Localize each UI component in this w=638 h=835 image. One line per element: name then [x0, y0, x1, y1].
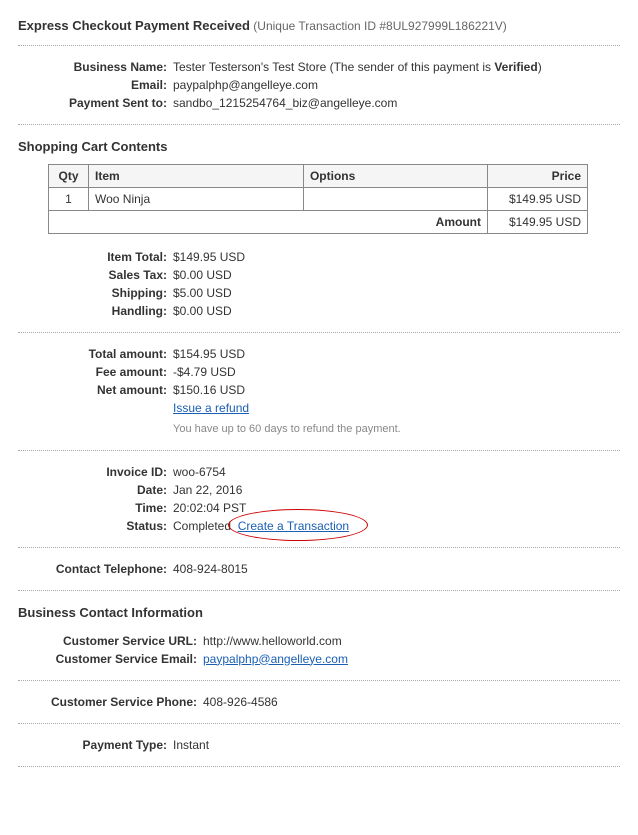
table-row: 1 Woo Ninja $149.95 USD	[49, 188, 588, 211]
time-value: 20:02:04 PST	[173, 499, 246, 517]
sales-tax-label: Sales Tax:	[18, 266, 173, 284]
item-total-value: $149.95 USD	[173, 248, 245, 266]
sales-tax-value: $0.00 USD	[173, 266, 232, 284]
refund-note: You have up to 60 days to refund the pay…	[173, 421, 401, 438]
cs-phone-block: Customer Service Phone: 408-926-4586	[18, 693, 620, 711]
amounts-block: Total amount:$154.95 USD Fee amount:-$4.…	[18, 345, 620, 438]
divider	[18, 124, 620, 125]
col-options: Options	[303, 165, 487, 188]
handling-label: Handling:	[18, 302, 173, 320]
item-total-label: Item Total:	[18, 248, 173, 266]
cell-price: $149.95 USD	[488, 188, 588, 211]
net-amount-label: Net amount:	[18, 381, 173, 399]
cart-title: Shopping Cart Contents	[18, 139, 620, 154]
total-amount-value: $154.95 USD	[173, 345, 245, 363]
payment-sent-label: Payment Sent to:	[18, 94, 173, 112]
status-label: Status:	[18, 517, 173, 535]
payment-type-value: Instant	[173, 736, 209, 754]
payment-type-label: Payment Type:	[18, 736, 173, 754]
total-amount-label: Total amount:	[18, 345, 173, 363]
date-label: Date:	[18, 481, 173, 499]
business-email-label: Email:	[18, 76, 173, 94]
biz-contact-title: Business Contact Information	[18, 605, 620, 620]
meta-block: Invoice ID:woo-6754 Date:Jan 22, 2016 Ti…	[18, 463, 620, 535]
totals-block: Item Total:$149.95 USD Sales Tax:$0.00 U…	[18, 248, 620, 320]
divider	[18, 723, 620, 724]
divider	[18, 547, 620, 548]
cs-url-value: http://www.helloworld.com	[203, 632, 342, 650]
cell-item: Woo Ninja	[89, 188, 304, 211]
cs-url-label: Customer Service URL:	[18, 632, 203, 650]
cs-phone-label: Customer Service Phone:	[18, 693, 203, 711]
divider	[18, 590, 620, 591]
page-header: Express Checkout Payment Received (Uniqu…	[18, 18, 620, 33]
cs-email-link[interactable]: paypalphp@angelleye.com	[203, 652, 348, 666]
business-block: Business Name: Tester Testerson's Test S…	[18, 58, 620, 112]
date-value: Jan 22, 2016	[173, 481, 242, 499]
status-value: Completed Create a Transaction	[173, 517, 349, 535]
divider	[18, 332, 620, 333]
header-subtitle: (Unique Transaction ID #8UL927999L186221…	[253, 19, 507, 33]
col-item: Item	[89, 165, 304, 188]
payment-type-block: Payment Type: Instant	[18, 736, 620, 754]
create-transaction-link[interactable]: Create a Transaction	[238, 519, 349, 533]
payment-sent-value: sandbo_1215254764_biz@angelleye.com	[173, 94, 397, 112]
header-title: Express Checkout Payment Received	[18, 18, 250, 33]
business-email-value: paypalphp@angelleye.com	[173, 76, 318, 94]
fee-amount-value: -$4.79 USD	[173, 363, 236, 381]
amount-value: $149.95 USD	[488, 211, 588, 234]
cs-email-label: Customer Service Email:	[18, 650, 203, 668]
business-name-value: Tester Testerson's Test Store (The sende…	[173, 58, 542, 76]
cell-options	[303, 188, 487, 211]
net-amount-value: $150.16 USD	[173, 381, 245, 399]
amount-label: Amount	[49, 211, 488, 234]
cell-qty: 1	[49, 188, 89, 211]
business-name-label: Business Name:	[18, 58, 173, 76]
divider	[18, 680, 620, 681]
contact-tel-label: Contact Telephone:	[18, 560, 173, 578]
table-row-amount: Amount $149.95 USD	[49, 211, 588, 234]
invoice-value: woo-6754	[173, 463, 226, 481]
divider	[18, 766, 620, 767]
biz-contact-block: Customer Service URL: http://www.hellowo…	[18, 632, 620, 668]
shipping-label: Shipping:	[18, 284, 173, 302]
cart-table: Qty Item Options Price 1 Woo Ninja $149.…	[48, 164, 588, 234]
fee-amount-label: Fee amount:	[18, 363, 173, 381]
divider	[18, 450, 620, 451]
shipping-value: $5.00 USD	[173, 284, 232, 302]
time-label: Time:	[18, 499, 173, 517]
issue-refund-link[interactable]: Issue a refund	[173, 401, 249, 415]
invoice-label: Invoice ID:	[18, 463, 173, 481]
col-price: Price	[488, 165, 588, 188]
contact-block: Contact Telephone:408-924-8015	[18, 560, 620, 578]
handling-value: $0.00 USD	[173, 302, 232, 320]
divider	[18, 45, 620, 46]
contact-tel-value: 408-924-8015	[173, 560, 248, 578]
cs-phone-value: 408-926-4586	[203, 693, 278, 711]
col-qty: Qty	[49, 165, 89, 188]
